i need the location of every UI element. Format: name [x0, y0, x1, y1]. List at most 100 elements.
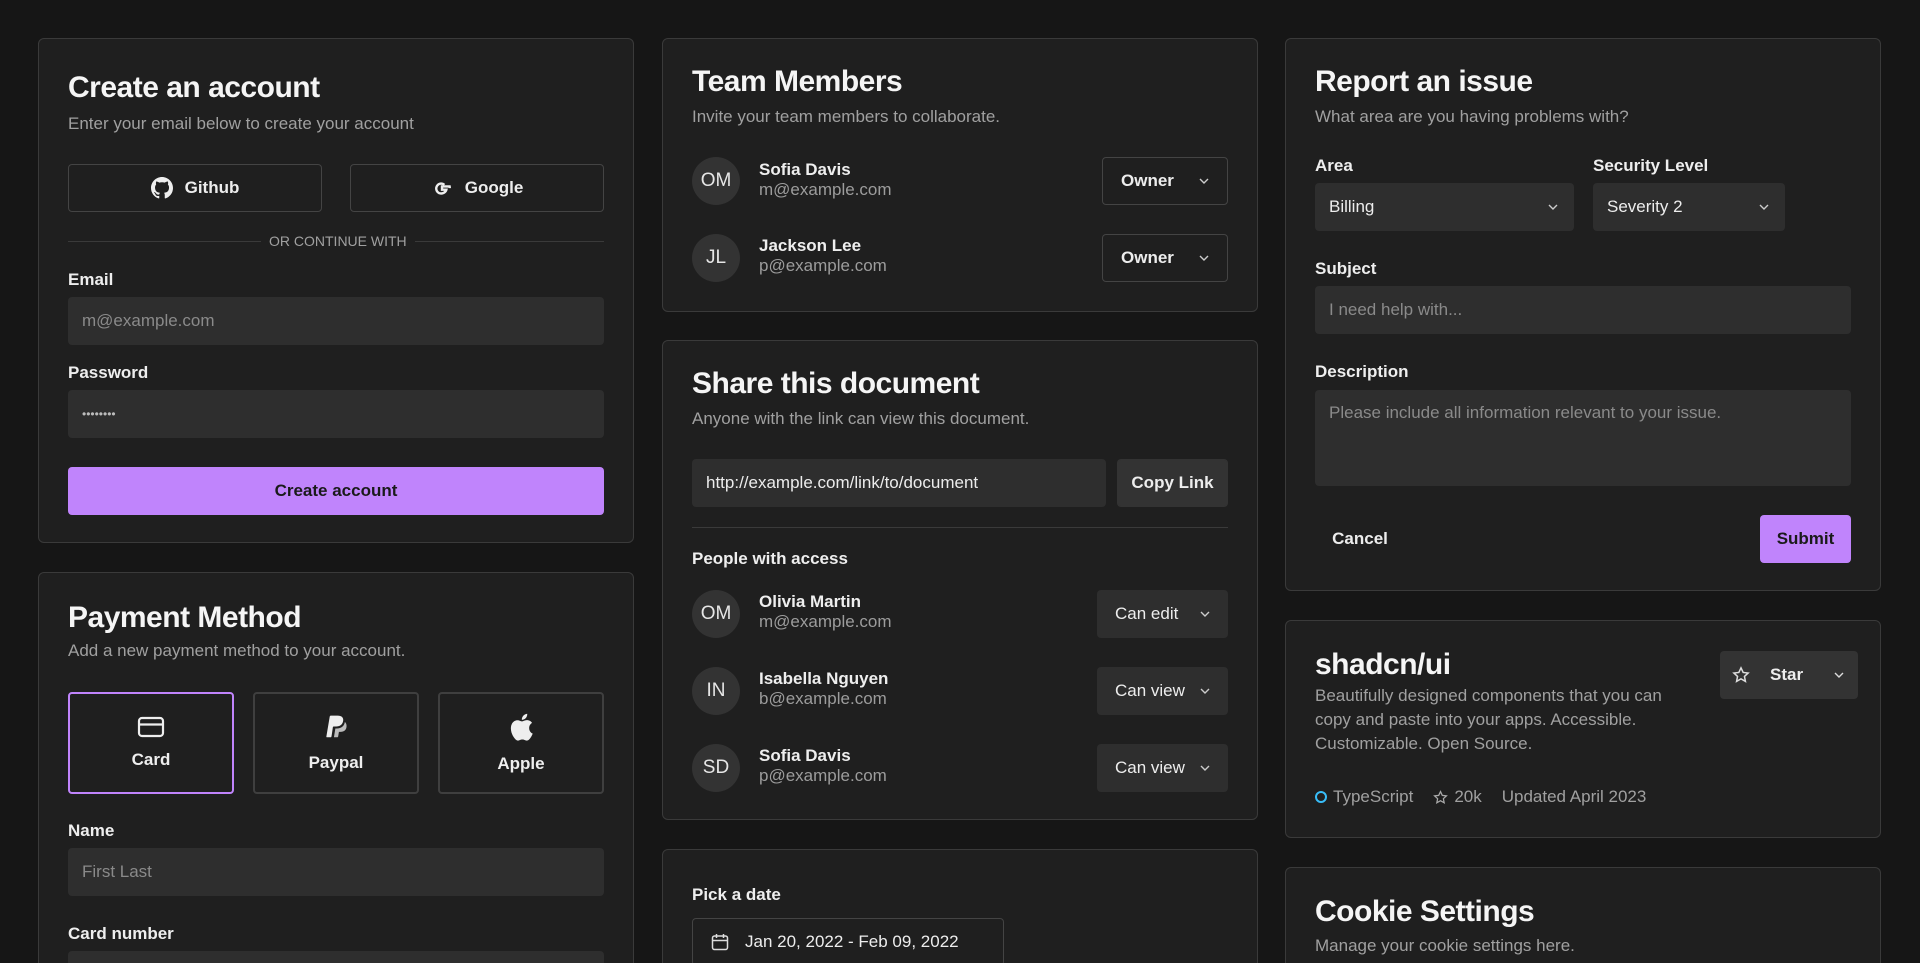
avatar: JL [692, 234, 740, 282]
github-button-label: Github [184, 178, 240, 197]
permission-select[interactable]: Can edit [1097, 590, 1228, 638]
person-email: p@example.com [759, 766, 887, 785]
security-level-select[interactable]: Severity 2 [1593, 183, 1785, 231]
chevron-down-icon [1834, 672, 1844, 678]
divider-text: OR CONTINUE WITH [261, 233, 415, 249]
repo-card: shadcn/ui Beautifully designed component… [1285, 620, 1881, 838]
chevron-down-icon [1548, 204, 1558, 210]
description-textarea[interactable]: Please include all information relevant … [1315, 390, 1851, 486]
payment-option-apple[interactable]: Apple [438, 692, 604, 794]
person-name: Olivia Martin [759, 592, 862, 611]
member-email: p@example.com [759, 256, 887, 275]
password-label: Password [68, 363, 149, 382]
payment-option-label: Card [131, 750, 171, 769]
chevron-down-icon [1200, 688, 1210, 694]
date-range-button[interactable]: Jan 20, 2022 - Feb 09, 2022 [692, 918, 1004, 963]
role-select-value: Owner [1121, 248, 1174, 267]
security-level-label: Security Level [1593, 156, 1709, 175]
person-email: m@example.com [759, 612, 892, 631]
repo-description: Beautifully designed components that you… [1315, 686, 1662, 753]
create-account-subtitle: Enter your email below to create your ac… [68, 114, 414, 133]
avatar: OM [692, 157, 740, 205]
create-account-card: Create an account Enter your email below… [38, 38, 634, 543]
chevron-down-icon [1200, 611, 1210, 617]
permission-select[interactable]: Can view [1097, 744, 1228, 792]
google-button-label: Google [464, 178, 524, 197]
github-button[interactable]: Github [68, 164, 322, 212]
person-name: Sofia Davis [759, 746, 851, 765]
name-label: Name [68, 821, 115, 840]
payment-option-label: Apple [497, 754, 545, 773]
avatar: OM [692, 590, 740, 638]
team-title: Team Members [692, 65, 903, 98]
role-select[interactable]: Owner [1102, 157, 1228, 205]
card-number-label: Card number [68, 924, 174, 943]
star-button-group: Star [1720, 651, 1858, 699]
share-subtitle: Anyone with the link can view this docum… [692, 409, 1030, 428]
repo-language-label: TypeScript [1333, 787, 1414, 806]
repo-language: TypeScript [1315, 787, 1413, 807]
permission-select-value: Can view [1115, 758, 1185, 777]
payment-option-label: Paypal [308, 753, 364, 772]
create-account-button[interactable]: Create account [68, 467, 604, 515]
payment-method-card: Payment Method Add a new payment method … [38, 572, 634, 963]
github-icon [150, 177, 173, 199]
create-account-title: Create an account [68, 71, 320, 104]
person-name: Isabella Nguyen [759, 669, 889, 688]
avatar: IN [692, 667, 740, 715]
cancel-button[interactable]: Cancel [1315, 515, 1405, 563]
calendar-icon [711, 934, 729, 951]
password-field[interactable]: •••••••• [68, 390, 604, 438]
paypal-icon [326, 715, 347, 738]
chevron-down-icon [1200, 765, 1210, 771]
star-icon [1433, 789, 1449, 804]
team-members-card: Team Members Invite your team members to… [662, 38, 1258, 312]
role-select[interactable]: Owner [1102, 234, 1228, 282]
payment-option-card[interactable]: Card [68, 692, 234, 794]
avatar: SD [692, 744, 740, 792]
people-with-access-label: People with access [692, 549, 848, 568]
person-email: b@example.com [759, 689, 887, 708]
subject-label: Subject [1315, 259, 1377, 278]
chevron-down-icon [1199, 178, 1209, 184]
repo-title: shadcn/ui [1315, 648, 1451, 681]
date-picker-card: Pick a date Jan 20, 2022 - Feb 09, 2022 [662, 849, 1258, 963]
report-issue-card: Report an issue What area are you having… [1285, 38, 1881, 591]
name-field[interactable]: First Last [68, 848, 604, 896]
payment-subtitle: Add a new payment method to your account… [68, 641, 406, 660]
member-name: Sofia Davis [759, 160, 851, 179]
payment-option-paypal[interactable]: Paypal [253, 692, 419, 794]
copy-link-button[interactable]: Copy Link [1117, 459, 1228, 507]
area-label: Area [1315, 156, 1353, 175]
apple-icon [510, 713, 533, 741]
chevron-down-icon [1759, 204, 1769, 210]
permission-select-value: Can view [1115, 681, 1185, 700]
permission-select[interactable]: Can view [1097, 667, 1228, 715]
security-level-value: Severity 2 [1607, 197, 1683, 216]
member-name: Jackson Lee [759, 236, 862, 255]
role-select-value: Owner [1121, 171, 1174, 190]
payment-title: Payment Method [68, 601, 302, 634]
member-email: m@example.com [759, 180, 892, 199]
star-dropdown-button[interactable] [1820, 651, 1858, 699]
google-icon [434, 182, 451, 195]
star-button-label: Star [1770, 665, 1804, 684]
repo-stars-count: 20k [1454, 787, 1482, 806]
chevron-down-icon [1199, 255, 1209, 261]
credit-card-icon [137, 716, 165, 738]
share-title: Share this document [692, 367, 980, 400]
email-label: Email [68, 270, 114, 289]
google-button[interactable]: Google [350, 164, 604, 212]
area-select[interactable]: Billing [1315, 183, 1574, 231]
subject-input[interactable]: I need help with... [1315, 286, 1851, 334]
card-number-field[interactable] [68, 951, 604, 963]
star-button[interactable]: Star [1720, 651, 1820, 699]
cookie-subtitle: Manage your cookie settings here. [1315, 936, 1575, 955]
share-link-input[interactable]: http://example.com/link/to/document [692, 459, 1106, 507]
repo-stars: 20k [1433, 787, 1482, 807]
permission-select-value: Can edit [1115, 604, 1179, 623]
email-field[interactable]: m@example.com [68, 297, 604, 345]
submit-button[interactable]: Submit [1760, 515, 1851, 563]
pick-date-label: Pick a date [692, 885, 781, 904]
team-subtitle: Invite your team members to collaborate. [692, 107, 1001, 126]
